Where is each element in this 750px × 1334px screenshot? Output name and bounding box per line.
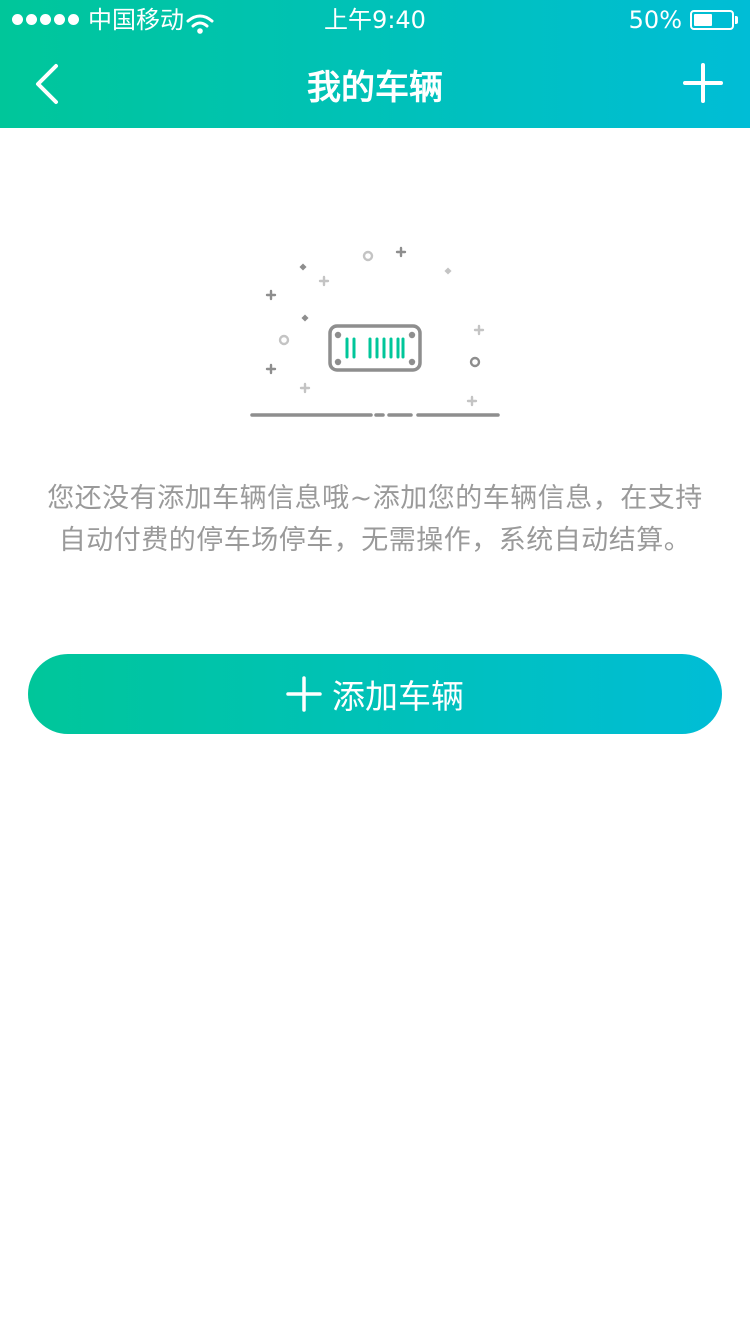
- status-bar: 中国移动 上午9:40 50%: [0, 0, 750, 40]
- page-title: 我的车辆: [307, 68, 443, 108]
- chevron-left-icon: [36, 64, 58, 104]
- empty-message-line1: 您还没有添加车辆信息哦~添加您的车辆信息，在支持: [47, 483, 703, 514]
- battery-icon: [690, 10, 738, 30]
- empty-message-line2: 自动付费的停车场停车，无需操作，系统自动结算。: [58, 525, 692, 556]
- plus-icon: [683, 63, 723, 103]
- empty-illustration: [240, 240, 510, 430]
- battery-percent: 50%: [628, 6, 682, 34]
- header: 中国移动 上午9:40 50% 我的车辆: [0, 0, 750, 128]
- add-vehicle-label: 添加车辆: [332, 677, 464, 716]
- plus-icon: [286, 676, 322, 712]
- add-vehicle-button[interactable]: 添加车辆: [28, 654, 722, 734]
- license-plate-icon: [250, 246, 500, 417]
- back-button[interactable]: [26, 60, 74, 108]
- empty-message: 您还没有添加车辆信息哦~添加您的车辆信息，在支持 自动付费的停车场停车，无需操作…: [40, 478, 710, 562]
- add-vehicle-nav-button[interactable]: [680, 60, 726, 106]
